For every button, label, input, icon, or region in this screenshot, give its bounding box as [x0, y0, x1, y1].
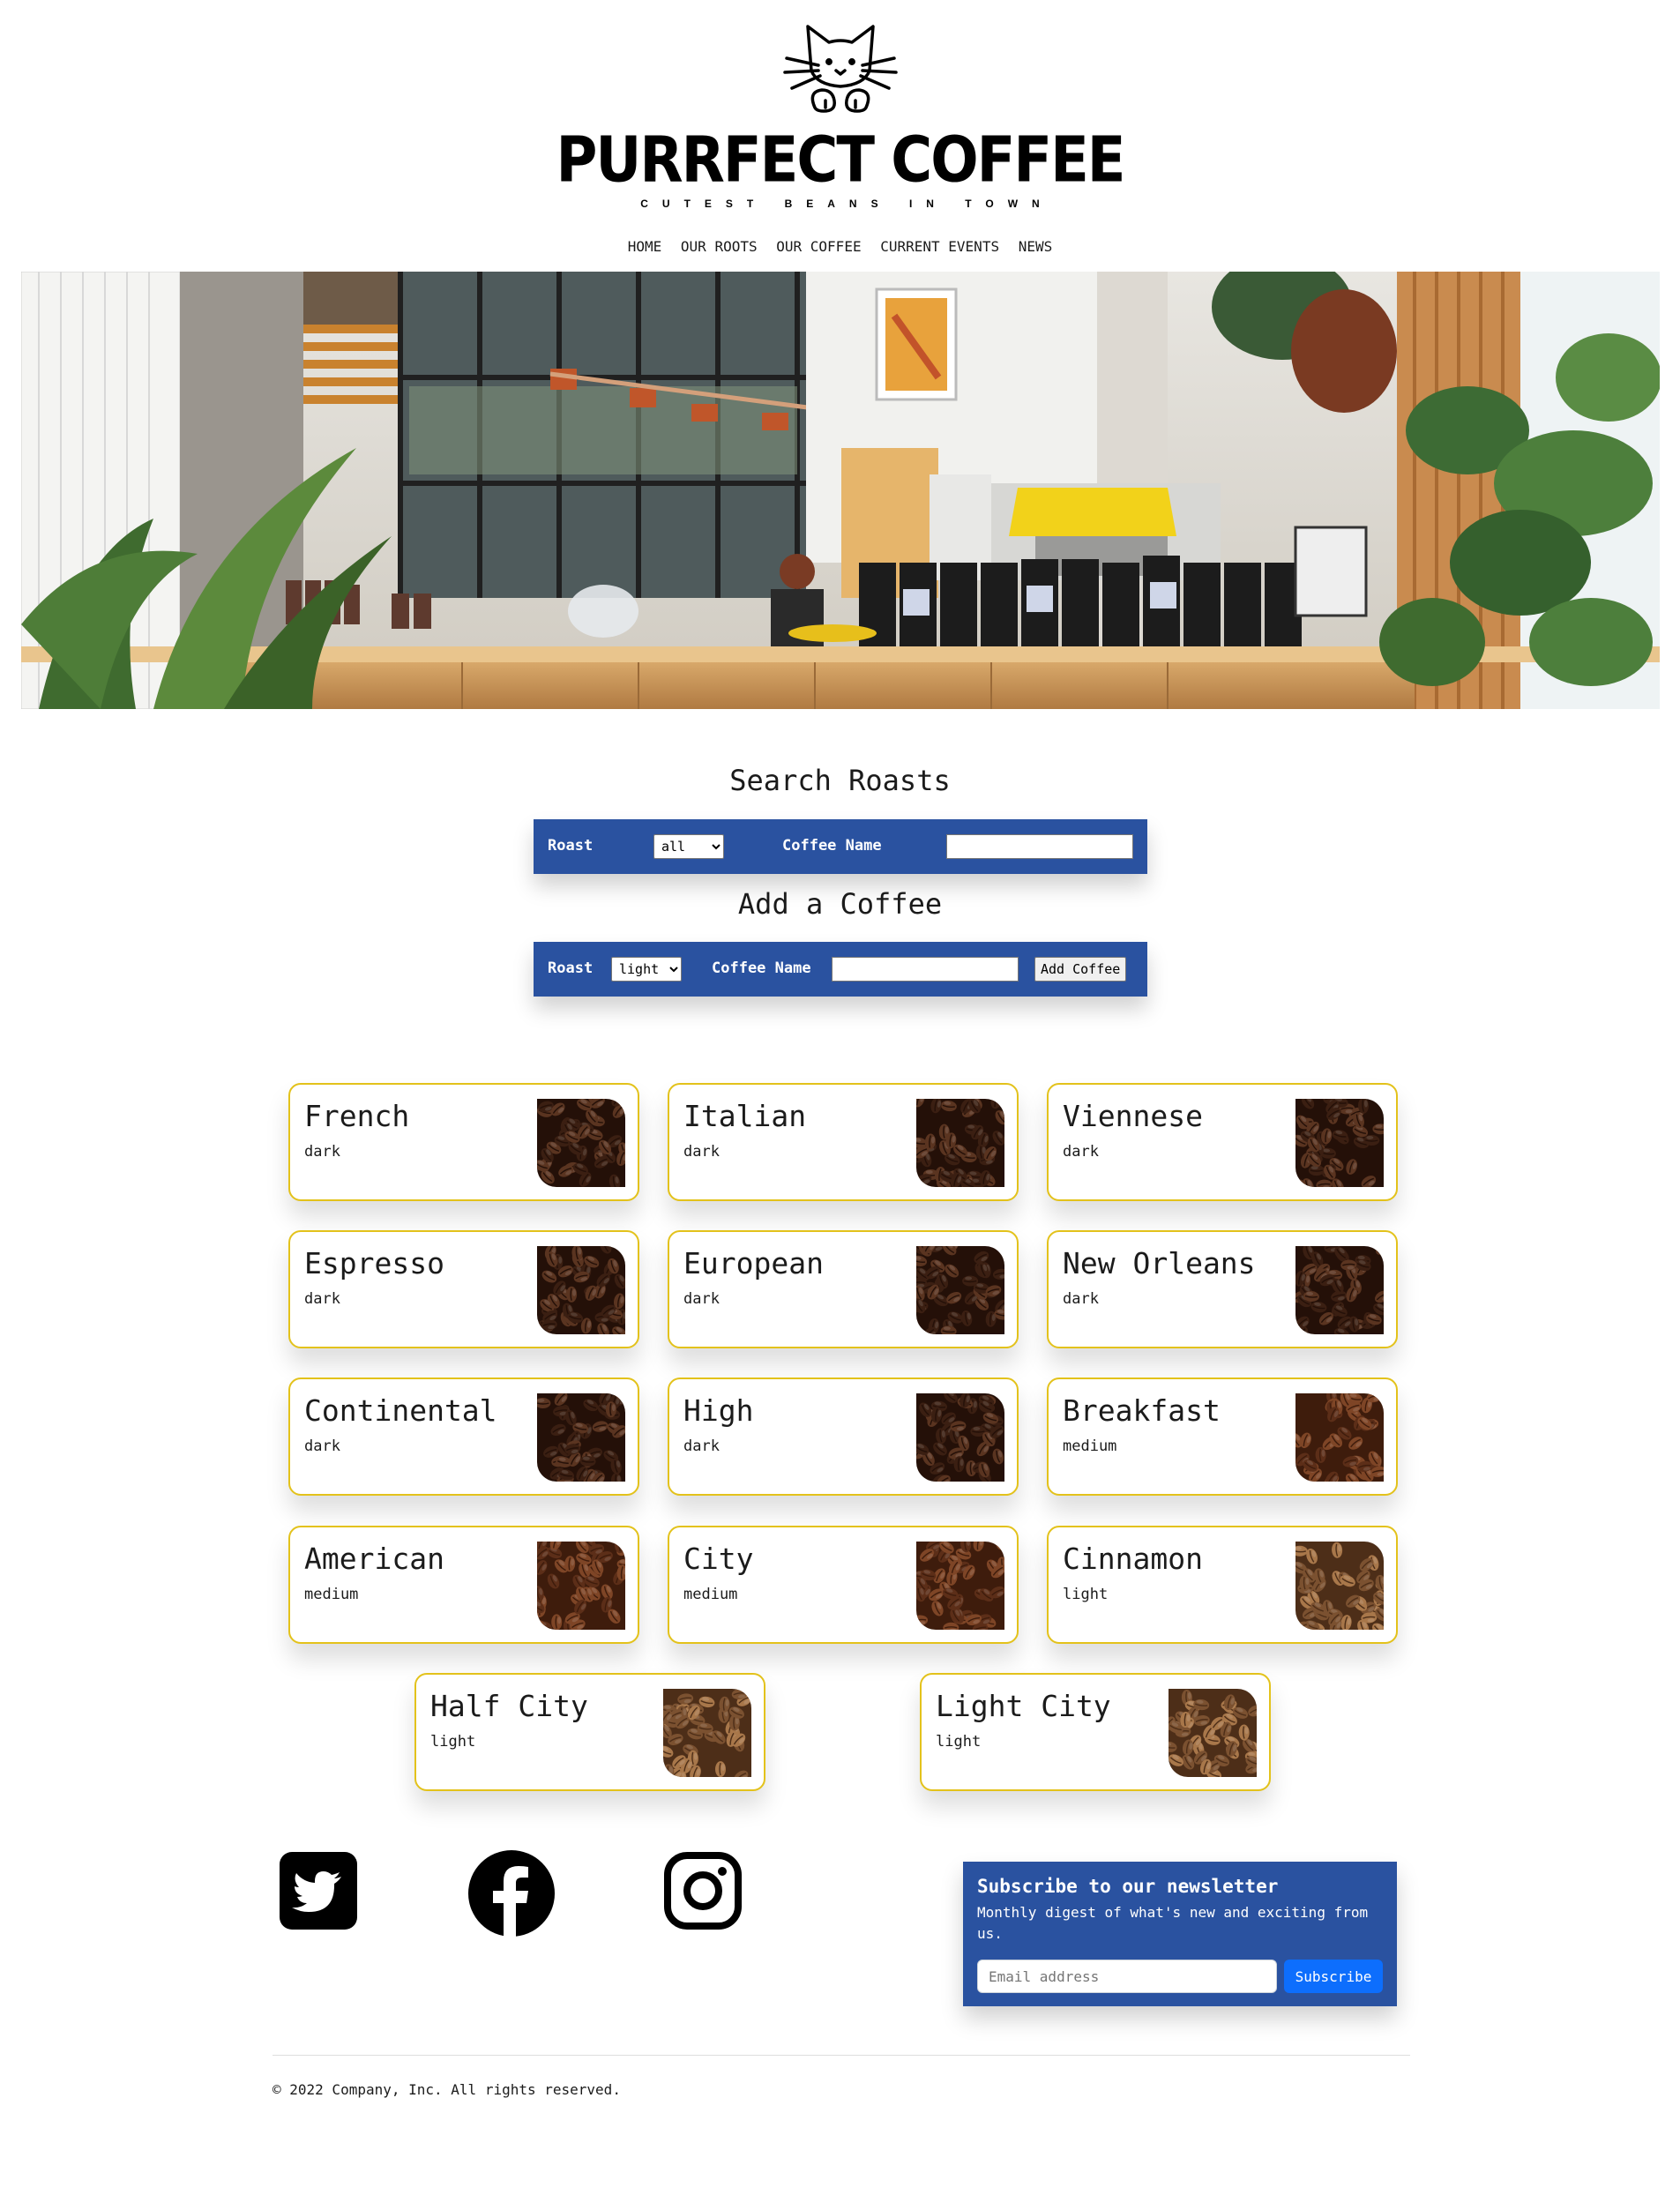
newsletter-email-input[interactable]	[977, 1960, 1277, 1993]
add-coffee-form: Roast light Coffee Name Add Coffee	[534, 942, 1147, 997]
brand-name: PURRFECT COFFEE	[556, 123, 1125, 198]
coffee-roast: dark	[683, 1143, 720, 1161]
coffee-card: Half City light	[414, 1673, 765, 1791]
add-coffee-name-input[interactable]	[832, 957, 1019, 982]
coffee-roast: dark	[683, 1437, 720, 1455]
main-nav: HOME OUR ROOTS OUR COFFEE CURRENT EVENTS…	[0, 238, 1680, 255]
add-coffee-button[interactable]: Add Coffee	[1034, 957, 1127, 982]
instagram-link[interactable]	[664, 1852, 742, 1933]
facebook-icon	[468, 1850, 555, 1937]
nav-current-events[interactable]: CURRENT EVENTS	[880, 238, 999, 255]
coffee-card: Light City light	[920, 1673, 1271, 1791]
coffee-beans-image	[1295, 1099, 1384, 1187]
newsletter-description: Monthly digest of what's new and excitin…	[977, 1904, 1369, 1942]
coffee-roast: medium	[304, 1586, 359, 1603]
coffee-beans-image	[1295, 1246, 1384, 1334]
coffee-name: French	[304, 1099, 410, 1133]
coffee-roast: dark	[304, 1143, 340, 1161]
coffee-beans-image	[1295, 1542, 1384, 1630]
coffee-card: French dark	[288, 1083, 639, 1201]
nav-our-coffee[interactable]: OUR COFFEE	[776, 238, 861, 255]
coffee-name: Cinnamon	[1063, 1542, 1203, 1576]
footer-divider	[273, 2055, 1410, 2056]
coffee-name: Light City	[936, 1689, 1111, 1723]
search-roast-label: Roast	[548, 837, 594, 855]
coffee-roast: dark	[1063, 1290, 1099, 1308]
coffee-roast: dark	[683, 1290, 720, 1308]
newsletter-form: Subscribe to our newsletter Monthly dige…	[963, 1862, 1397, 2006]
coffee-card: European dark	[668, 1230, 1019, 1348]
add-coffee-name-label: Coffee Name	[712, 959, 811, 977]
coffee-beans-image	[1295, 1393, 1384, 1482]
coffee-beans-image	[537, 1246, 625, 1334]
coffee-name: Continental	[304, 1393, 497, 1428]
search-coffee-name-input[interactable]	[946, 834, 1133, 859]
newsletter-title: Subscribe to our newsletter	[977, 1876, 1279, 1897]
coffee-beans-image	[916, 1542, 1004, 1630]
coffee-card: Cinnamon light	[1047, 1526, 1398, 1644]
coffee-roast: medium	[1063, 1437, 1117, 1455]
coffee-roast: dark	[304, 1290, 340, 1308]
coffee-roast: light	[430, 1733, 476, 1751]
coffee-card: Viennese dark	[1047, 1083, 1398, 1201]
coffee-name: Viennese	[1063, 1099, 1203, 1133]
coffee-roast: medium	[683, 1586, 738, 1603]
coffee-beans-image	[537, 1099, 625, 1187]
nav-home[interactable]: HOME	[628, 238, 662, 255]
add-coffee-title: Add a Coffee	[737, 887, 943, 921]
coffee-roast: light	[1063, 1586, 1109, 1603]
add-roast-select[interactable]: light	[611, 957, 682, 982]
copyright-text: © 2022 Company, Inc. All rights reserved…	[273, 2081, 621, 2098]
coffee-card: Breakfast medium	[1047, 1378, 1398, 1496]
coffee-beans-image	[916, 1246, 1004, 1334]
coffee-card: City medium	[668, 1526, 1019, 1644]
cat-logo-icon	[782, 25, 898, 113]
add-roast-label: Roast	[548, 959, 594, 977]
coffee-beans-image	[537, 1542, 625, 1630]
hero-image	[21, 272, 1660, 709]
brand-tagline: CUTEST BEANS IN TOWN	[640, 198, 1054, 210]
coffee-card: American medium	[288, 1526, 639, 1644]
coffee-name: Italian	[683, 1099, 807, 1133]
coffee-roast: dark	[1063, 1143, 1099, 1161]
twitter-link[interactable]	[280, 1852, 357, 1933]
coffee-name: Half City	[430, 1689, 588, 1723]
coffee-card: Espresso dark	[288, 1230, 639, 1348]
nav-news[interactable]: NEWS	[1019, 238, 1053, 255]
logo[interactable]: PURRFECT COFFEE CUTEST BEANS IN TOWN	[0, 19, 1680, 210]
coffee-name: City	[683, 1542, 754, 1576]
coffee-card: Continental dark	[288, 1378, 639, 1496]
coffee-name: European	[683, 1246, 824, 1280]
search-form: Roast all Coffee Name	[534, 819, 1147, 874]
coffee-beans-image	[1169, 1689, 1257, 1777]
coffee-name: Espresso	[304, 1246, 444, 1280]
search-roast-select[interactable]: all	[653, 834, 724, 859]
facebook-link[interactable]	[468, 1850, 555, 1940]
coffee-name: New Orleans	[1063, 1246, 1256, 1280]
twitter-icon	[280, 1852, 357, 1930]
coffee-name: Breakfast	[1063, 1393, 1221, 1428]
instagram-icon	[664, 1852, 742, 1930]
coffee-beans-image	[537, 1393, 625, 1482]
coffee-beans-image	[663, 1689, 751, 1777]
coffee-beans-image	[916, 1393, 1004, 1482]
coffee-card: Italian dark	[668, 1083, 1019, 1201]
nav-our-roots[interactable]: OUR ROOTS	[681, 238, 758, 255]
coffee-name: High	[683, 1393, 754, 1428]
coffee-roast: dark	[304, 1437, 340, 1455]
coffee-card: High dark	[668, 1378, 1019, 1496]
search-roasts-title: Search Roasts	[729, 764, 951, 797]
coffee-beans-image	[916, 1099, 1004, 1187]
subscribe-button[interactable]: Subscribe	[1284, 1960, 1383, 1993]
search-coffee-name-label: Coffee Name	[782, 837, 882, 855]
coffee-roast: light	[936, 1733, 982, 1751]
coffee-name: American	[304, 1542, 444, 1576]
coffee-card: New Orleans dark	[1047, 1230, 1398, 1348]
